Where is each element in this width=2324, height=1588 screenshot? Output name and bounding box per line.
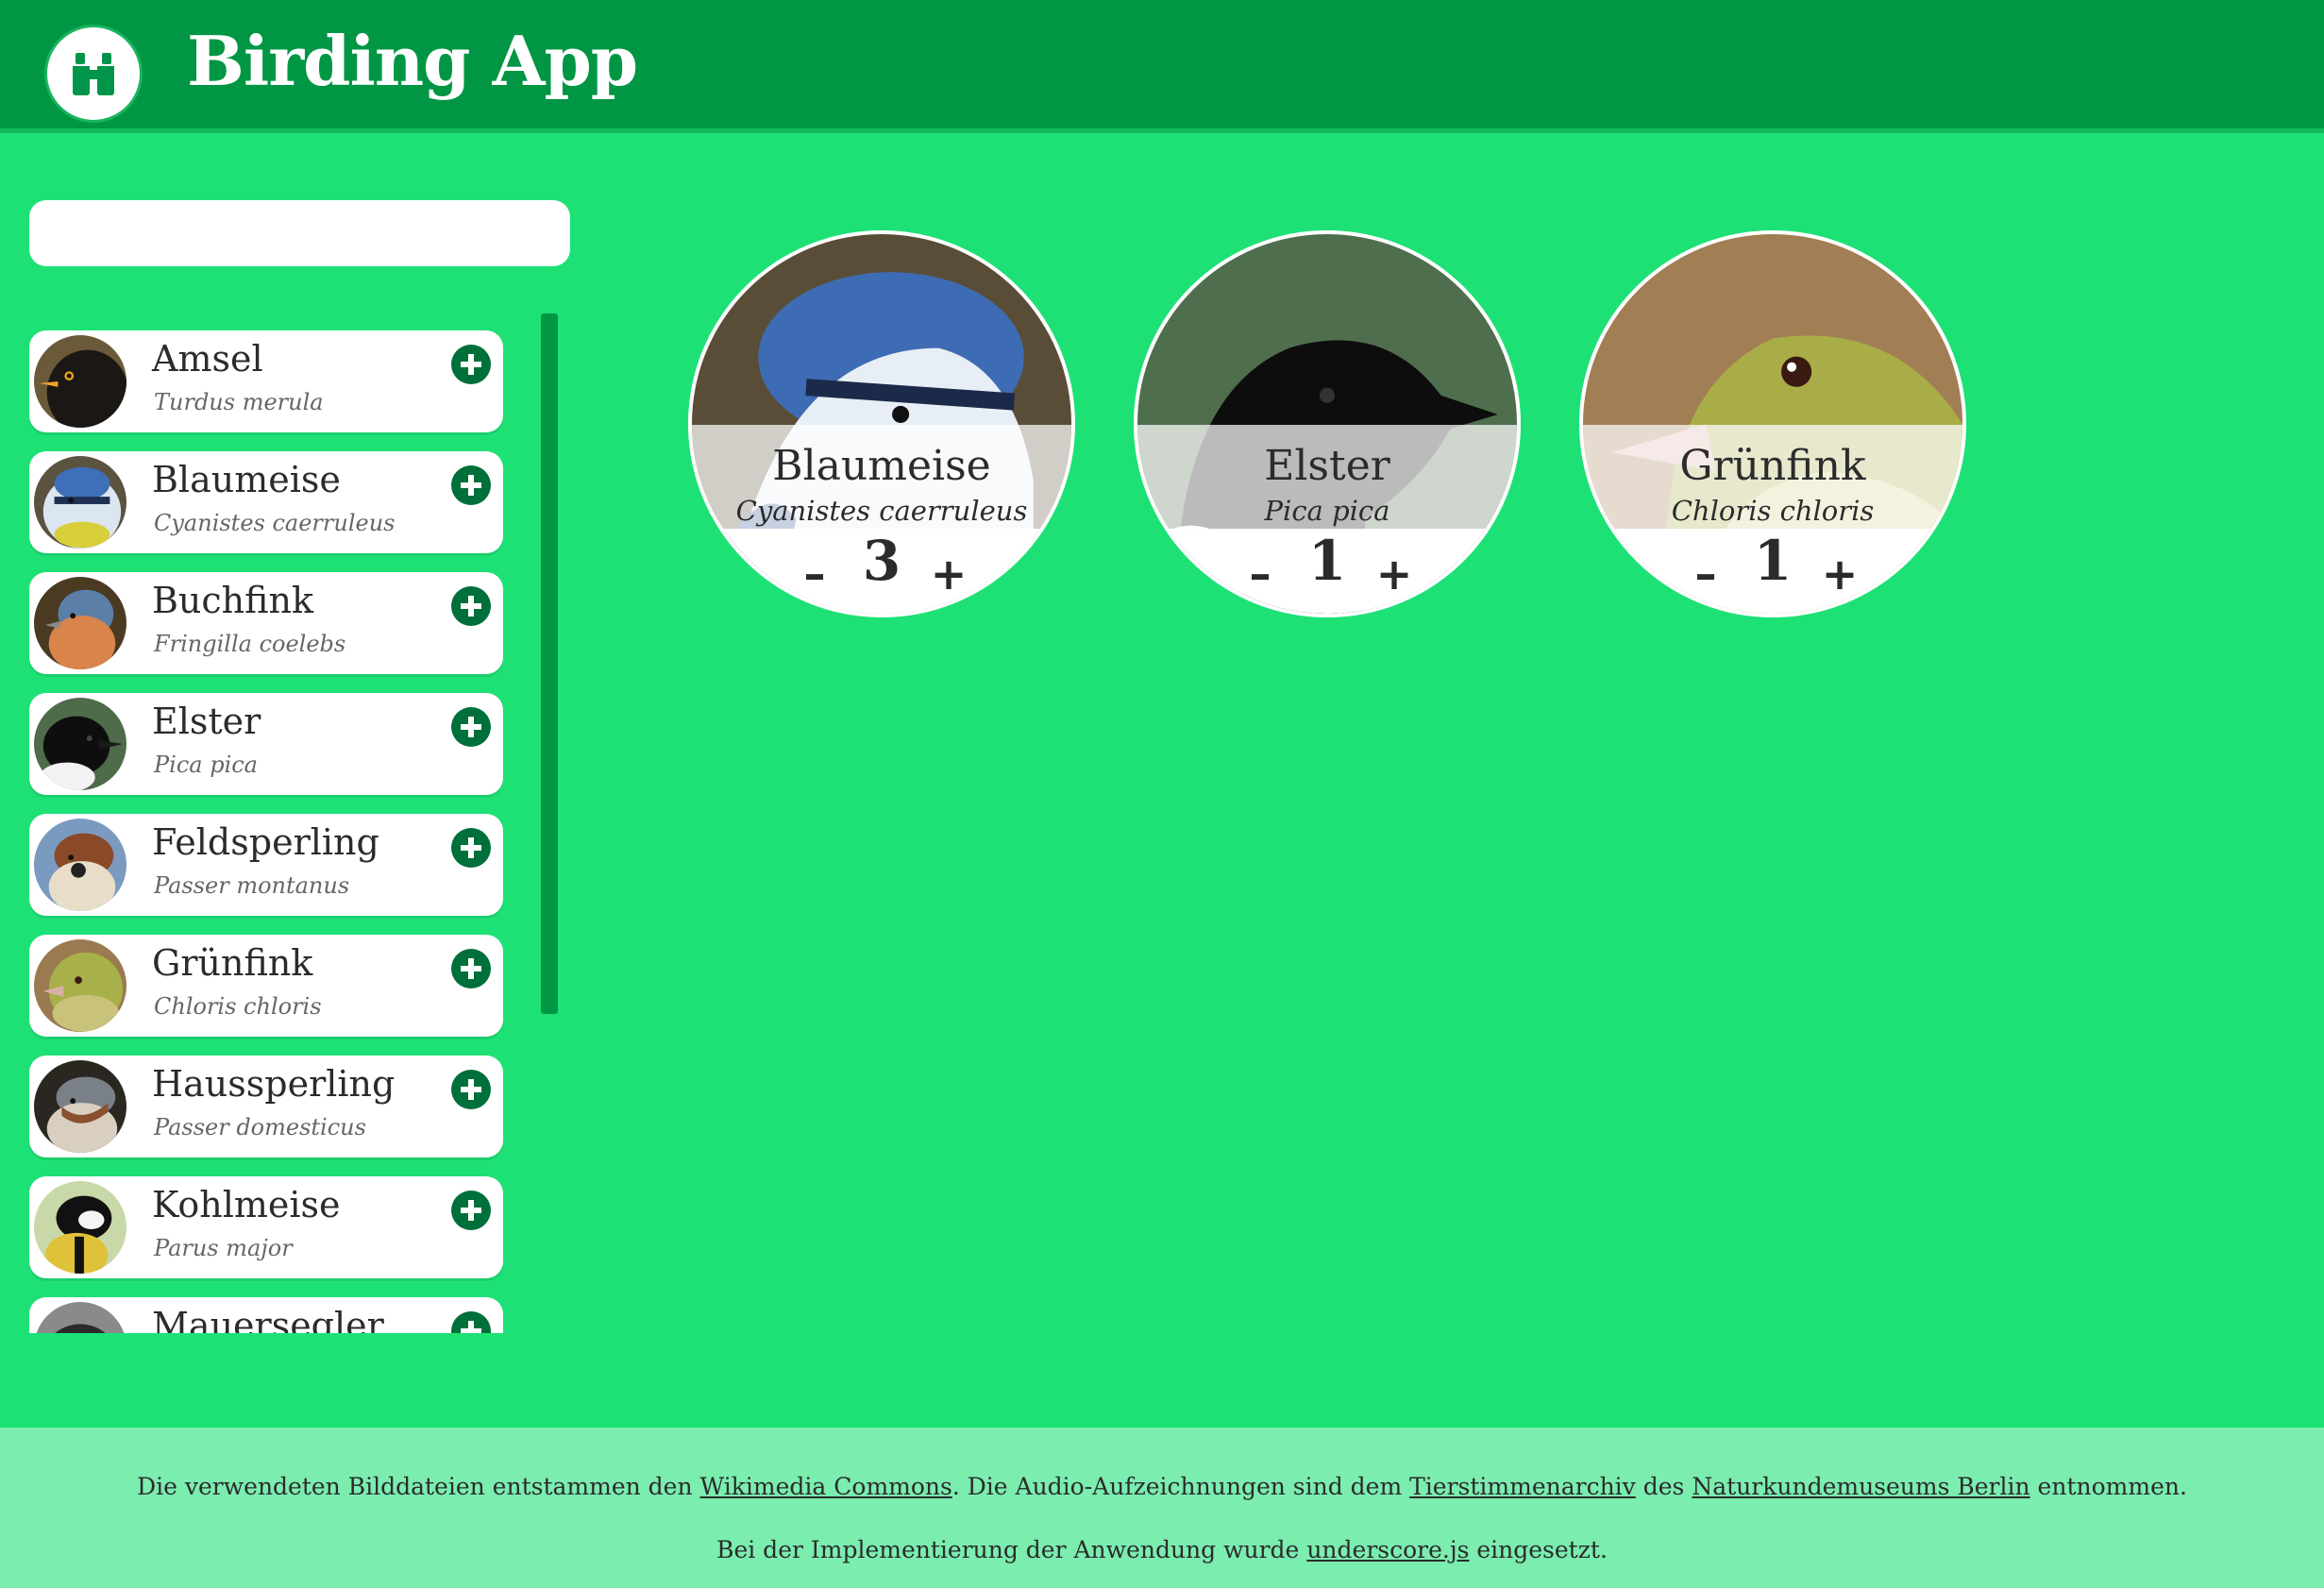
plus-circle-icon [461, 1200, 481, 1221]
plus-circle-icon [461, 596, 481, 617]
list-item[interactable]: Mauersegler [29, 1297, 503, 1333]
card-bird-latin: Cyanistes caerruleus [735, 495, 1028, 527]
app-title: Birding App [187, 21, 638, 101]
list-scrollbar[interactable] [541, 313, 558, 1014]
card-bird-name: Elster [1264, 442, 1390, 490]
add-bird-button[interactable] [451, 345, 491, 384]
count-value: 1 [1753, 529, 1793, 593]
bird-list[interactable]: Amsel Turdus merula Blaumeise Cyanistes … [29, 330, 511, 1333]
plus-circle-icon [461, 354, 481, 375]
plus-circle-icon [461, 958, 481, 979]
bird-name: Mauersegler [152, 1305, 384, 1333]
list-item[interactable]: Kohlmeise Parus major [29, 1176, 503, 1278]
bird-card[interactable]: Grünfink Chloris chloris – 1 + [1579, 230, 1966, 617]
bird-latin-name: Passer domesticus [154, 1114, 366, 1140]
bird-name: Amsel [152, 338, 263, 380]
bird-name: Buchfink [152, 580, 313, 621]
add-bird-button[interactable] [451, 1070, 491, 1109]
decrement-button[interactable]: – [1685, 546, 1726, 602]
list-item[interactable]: Feldsperling Passer montanus [29, 814, 503, 916]
count-value: 3 [862, 529, 901, 593]
bird-name: Haussperling [152, 1063, 396, 1105]
gruenfink-photo [31, 937, 129, 1035]
bird-latin-name: Chloris chloris [154, 993, 322, 1020]
list-item[interactable]: Buchfink Fringilla coelebs [29, 572, 503, 674]
bird-name: Grünfink [152, 942, 313, 984]
list-item[interactable]: Blaumeise Cyanistes caerruleus [29, 451, 503, 553]
bird-name: Blaumeise [152, 459, 341, 500]
count-value: 1 [1307, 529, 1347, 593]
bird-latin-name: Parus major [154, 1235, 293, 1261]
list-item[interactable]: Amsel Turdus merula [29, 330, 503, 432]
add-bird-button[interactable] [451, 1311, 491, 1333]
add-bird-button[interactable] [451, 828, 491, 868]
kohlmeise-photo [31, 1178, 129, 1276]
feldsperling-photo [31, 816, 129, 914]
elster-photo [31, 695, 129, 793]
bird-name: Elster [152, 701, 261, 742]
bird-latin-name: Turdus merula [154, 389, 324, 415]
bird-latin-name: Cyanistes caerruleus [154, 510, 396, 536]
list-item[interactable]: Haussperling Passer domesticus [29, 1056, 503, 1157]
tierstimmenarchiv-link[interactable]: Tierstimmenarchiv [1409, 1473, 1636, 1500]
museum-link[interactable]: Naturkundemuseums Berlin [1692, 1473, 2029, 1500]
card-bird-latin: Pica pica [1264, 495, 1390, 527]
app-header: Birding App [0, 0, 2324, 133]
mauersegler-photo [31, 1299, 129, 1333]
card-bird-name: Blaumeise [772, 442, 991, 490]
plus-circle-icon [461, 717, 481, 737]
plus-circle-icon [461, 1079, 481, 1100]
list-item[interactable]: Grünfink Chloris chloris [29, 935, 503, 1037]
footer-implementation: Bei der Implementierung der Anwendung wu… [716, 1536, 1608, 1563]
buchfink-photo [31, 574, 129, 672]
bird-name: Kohlmeise [152, 1184, 341, 1225]
add-bird-button[interactable] [451, 1191, 491, 1230]
add-bird-button[interactable] [451, 586, 491, 626]
plus-circle-icon [461, 1321, 481, 1333]
haussperling-photo [31, 1057, 129, 1156]
bird-latin-name: Passer montanus [154, 872, 350, 899]
search-input[interactable] [29, 200, 570, 266]
bird-latin-name: Pica pica [154, 752, 258, 778]
plus-circle-icon [461, 837, 481, 858]
card-bird-name: Grünfink [1679, 442, 1866, 490]
plus-circle-icon [461, 475, 481, 496]
bird-latin-name: Fringilla coelebs [154, 631, 346, 657]
bird-name: Feldsperling [152, 821, 379, 863]
add-bird-button[interactable] [451, 949, 491, 988]
footer-credits: Die verwendeten Bilddateien entstammen d… [137, 1473, 2187, 1500]
list-item[interactable]: Elster Pica pica [29, 693, 503, 795]
binoculars-icon[interactable] [44, 25, 143, 123]
wikimedia-link[interactable]: Wikimedia Commons [700, 1473, 952, 1500]
increment-button[interactable]: + [1819, 546, 1861, 602]
decrement-button[interactable]: – [1239, 546, 1281, 602]
amsel-photo [31, 332, 129, 431]
add-bird-button[interactable] [451, 707, 491, 747]
increment-button[interactable]: + [1373, 546, 1415, 602]
increment-button[interactable]: + [928, 546, 969, 602]
decrement-button[interactable]: – [794, 546, 835, 602]
add-bird-button[interactable] [451, 465, 491, 505]
blaumeise-photo [31, 453, 129, 551]
bird-card[interactable]: Elster Pica pica – 1 + [1134, 230, 1521, 617]
underscore-link[interactable]: underscore.js [1306, 1536, 1469, 1563]
card-bird-latin: Chloris chloris [1671, 495, 1875, 527]
bird-card[interactable]: Blaumeise Cyanistes caerruleus – 3 + [688, 230, 1075, 617]
footer: Die verwendeten Bilddateien entstammen d… [0, 1428, 2324, 1588]
